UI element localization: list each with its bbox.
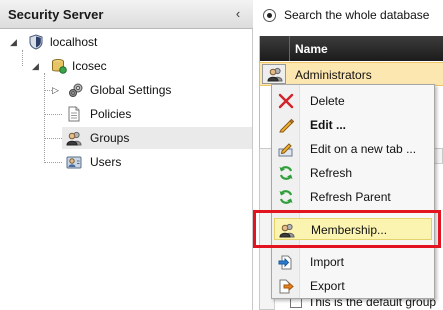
column-header-name[interactable]: Name xyxy=(295,42,328,56)
menu-item-edit[interactable]: Edit ... xyxy=(274,114,432,136)
refresh-icon xyxy=(279,190,293,204)
users-icon xyxy=(66,156,82,169)
menu-item-delete[interactable]: Delete xyxy=(274,90,432,112)
edit-tab-icon xyxy=(278,143,293,157)
menu-item-label: Refresh xyxy=(310,166,353,180)
menu-item-refresh-parent[interactable]: Refresh Parent xyxy=(274,186,432,208)
panel-header: Security Server ‹ xyxy=(0,0,253,29)
tree-item-label: Policies xyxy=(90,107,132,121)
table-row[interactable]: Administrators xyxy=(260,62,443,86)
menu-item-label: Edit on a new tab ... xyxy=(310,142,417,156)
export-icon xyxy=(279,279,294,294)
refresh-icon xyxy=(279,166,293,180)
menu-item-export[interactable]: Export xyxy=(274,275,432,297)
tree-connector xyxy=(44,138,62,139)
group-icon xyxy=(66,131,82,146)
tree-item-label: localhost xyxy=(50,35,98,49)
search-scope-radio[interactable] xyxy=(263,9,276,22)
tree-item-label: Icosec xyxy=(72,59,107,73)
group-name-cell: Administrators xyxy=(295,68,372,82)
annotation-highlight-box xyxy=(253,210,441,248)
tree-item-label: Groups xyxy=(90,131,130,145)
expand-arrow-icon[interactable]: ▷ xyxy=(52,79,62,101)
database-icon xyxy=(52,59,67,74)
menu-item-edit-new-tab[interactable]: Edit on a new tab ... xyxy=(274,138,432,160)
navigation-panel: Security Server ‹ ◢ localhost ◢ Icosec ▷ xyxy=(0,0,253,310)
tree-item-label: Users xyxy=(90,155,122,169)
search-scope-label: Search the whole database xyxy=(284,8,430,22)
menu-item-label: Edit ... xyxy=(310,118,346,132)
tree-item-label: Global Settings xyxy=(90,83,172,97)
tree-item-groups[interactable]: Groups xyxy=(62,127,252,149)
menu-item-label: Import xyxy=(310,255,345,269)
tree-item-policies[interactable]: Policies xyxy=(0,103,253,125)
tree-item-icosec[interactable]: ◢ Icosec xyxy=(0,55,253,77)
shield-icon xyxy=(29,34,43,50)
delete-icon xyxy=(278,93,294,109)
tree-item-global-settings[interactable]: ▷ Global Settings xyxy=(0,79,253,101)
menu-item-import[interactable]: Import xyxy=(274,251,432,273)
menu-item-refresh[interactable]: Refresh xyxy=(274,162,432,184)
collapse-panel-button[interactable]: ‹ xyxy=(231,6,245,22)
collapse-arrow-icon[interactable]: ◢ xyxy=(10,31,20,53)
row-selector-header xyxy=(260,36,290,61)
document-icon xyxy=(68,106,80,122)
row-selector-cell[interactable] xyxy=(262,64,286,84)
collapse-arrow-icon[interactable]: ◢ xyxy=(32,55,42,77)
panel-title: Security Server xyxy=(8,7,104,22)
pencil-icon xyxy=(279,118,294,133)
context-menu: Delete Edit ... Edit on a new tab ... Re… xyxy=(271,84,435,299)
gears-icon xyxy=(69,83,83,97)
tree-item-users[interactable]: Users xyxy=(0,151,253,173)
grid-header: Name xyxy=(260,36,443,61)
menu-item-label: Export xyxy=(310,279,345,293)
import-icon xyxy=(278,255,292,270)
tree-item-localhost[interactable]: ◢ localhost xyxy=(0,31,253,53)
group-icon xyxy=(267,67,283,82)
menu-item-label: Delete xyxy=(310,94,345,108)
menu-item-label: Refresh Parent xyxy=(310,190,391,204)
